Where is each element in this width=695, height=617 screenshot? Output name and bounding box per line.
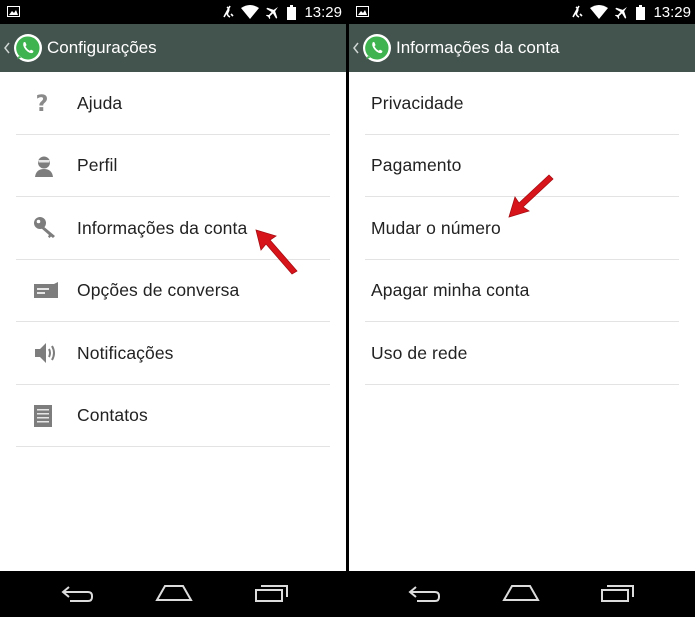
recent-apps-button[interactable] <box>254 583 290 603</box>
settings-item-label: Opções de conversa <box>77 280 240 301</box>
account-info-screen: 13:29 Informações da conta Privacidade P… <box>349 0 695 617</box>
page-title: Configurações <box>47 38 157 57</box>
account-item-label: Apagar minha conta <box>371 280 530 301</box>
wifi-icon <box>241 5 260 19</box>
back-button[interactable] <box>407 583 441 603</box>
back-chevron-icon[interactable] <box>4 42 12 54</box>
airplane-icon <box>615 7 628 20</box>
settings-item-label: Contatos <box>77 405 148 426</box>
red-pointer-arrow-icon <box>508 174 554 218</box>
home-button[interactable] <box>155 583 193 603</box>
whatsapp-logo-icon[interactable] <box>13 33 43 63</box>
battery-icon <box>287 4 297 20</box>
image-notification-icon <box>7 6 20 17</box>
account-item-privacidade[interactable]: Privacidade <box>349 72 695 135</box>
status-bar: 13:29 <box>349 0 695 24</box>
account-item-label: Mudar o número <box>371 217 501 238</box>
settings-item-label: Ajuda <box>77 92 123 113</box>
account-item-label: Pagamento <box>371 155 462 176</box>
settings-item-label: Notificações <box>77 342 174 363</box>
question-icon: ? <box>0 92 77 114</box>
settings-item-label: Perfil <box>77 155 118 176</box>
account-options-list: Privacidade Pagamento Mudar o número Apa… <box>349 72 695 385</box>
settings-screen: 13:29 Configurações ? Ajuda Perfil Infor… <box>0 0 346 617</box>
svg-text:?: ? <box>36 92 49 114</box>
red-pointer-arrow-icon <box>255 229 298 275</box>
account-item-label: Privacidade <box>371 92 464 113</box>
clock: 13:29 <box>304 3 342 21</box>
vibrate-off-icon <box>572 5 584 18</box>
action-bar: Configurações <box>0 24 346 72</box>
status-bar: 13:29 <box>0 0 346 24</box>
chat-icon <box>0 281 77 300</box>
clock: 13:29 <box>653 3 691 21</box>
settings-item-ajuda[interactable]: ? Ajuda <box>0 72 346 135</box>
back-chevron-icon[interactable] <box>353 42 361 54</box>
account-item-label: Uso de rede <box>371 342 468 363</box>
account-item-apagar-conta[interactable]: Apagar minha conta <box>349 260 695 322</box>
vibrate-off-icon <box>223 5 235 18</box>
account-item-uso-rede[interactable]: Uso de rede <box>349 322 695 385</box>
recent-apps-button[interactable] <box>600 583 636 603</box>
page-title: Informações da conta <box>396 38 560 57</box>
profile-icon <box>0 155 77 177</box>
navigation-bar <box>0 571 346 617</box>
speaker-icon <box>0 341 77 365</box>
airplane-icon <box>266 7 279 20</box>
home-button[interactable] <box>502 583 540 603</box>
settings-item-notificacoes[interactable]: Notificações <box>0 322 346 385</box>
settings-item-label: Informações da conta <box>77 217 248 238</box>
settings-item-contatos[interactable]: Contatos <box>0 385 346 447</box>
battery-icon <box>636 4 646 20</box>
wifi-icon <box>590 5 609 19</box>
contacts-icon <box>0 404 77 428</box>
action-bar: Informações da conta <box>349 24 695 72</box>
navigation-bar <box>349 571 695 617</box>
settings-item-perfil[interactable]: Perfil <box>0 135 346 197</box>
image-notification-icon <box>356 6 369 17</box>
back-button[interactable] <box>60 583 94 603</box>
key-icon <box>0 216 77 240</box>
whatsapp-logo-icon[interactable] <box>362 33 392 63</box>
